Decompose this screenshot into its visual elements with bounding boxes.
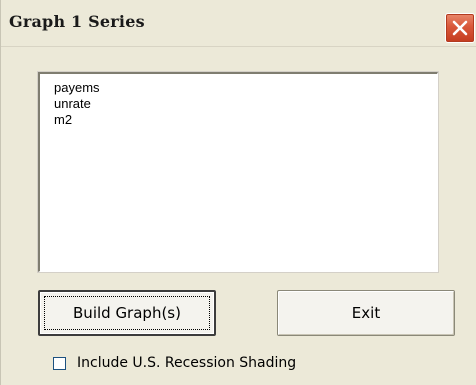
build-graphs-label: Build Graph(s) [73,304,181,322]
exit-button[interactable]: Exit [277,290,455,336]
list-item[interactable]: payems [54,80,100,95]
build-graphs-button[interactable]: Build Graph(s) [38,290,216,336]
list-item[interactable]: unrate [54,96,91,111]
list-item[interactable]: m2 [54,112,72,127]
recession-shading-checkbox[interactable] [53,357,66,370]
close-icon [452,20,468,36]
dialog-title: Graph 1 Series [9,12,145,31]
recession-shading-label[interactable]: Include U.S. Recession Shading [77,355,296,371]
exit-label: Exit [351,304,381,322]
dialog-window: Graph 1 Series payems unrate m2 Build Gr… [0,0,476,385]
series-listbox[interactable]: payems unrate m2 [38,72,438,272]
title-bar[interactable]: Graph 1 Series [1,0,476,47]
close-button[interactable] [445,13,475,43]
